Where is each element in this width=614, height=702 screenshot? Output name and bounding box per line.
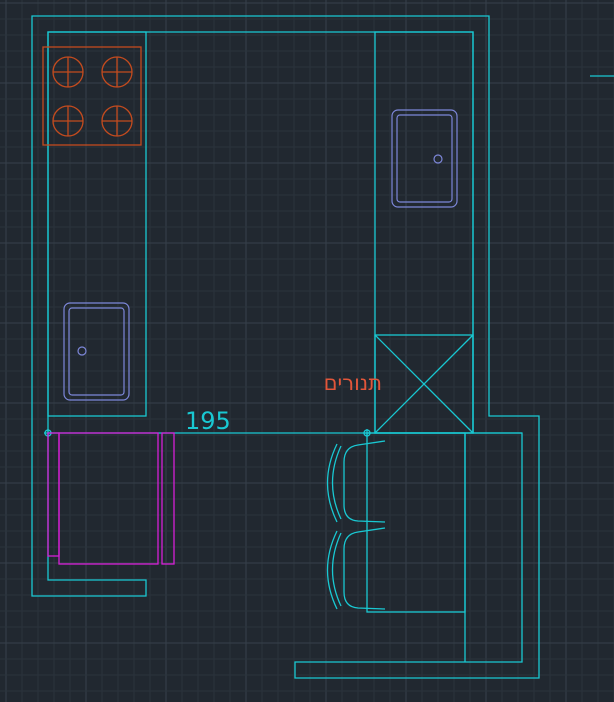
bar-stool-2 [326,527,386,610]
cad-floor-plan[interactable]: תנורים 195 [0,0,614,702]
stove-icon [42,46,142,146]
left-counter [47,31,147,417]
bar-stool-1 [326,440,386,523]
sink-left-icon [63,302,130,401]
dimension-value: 195 [185,407,231,435]
oven-label: תנורים [324,371,382,395]
sink-right-icon [391,109,458,208]
